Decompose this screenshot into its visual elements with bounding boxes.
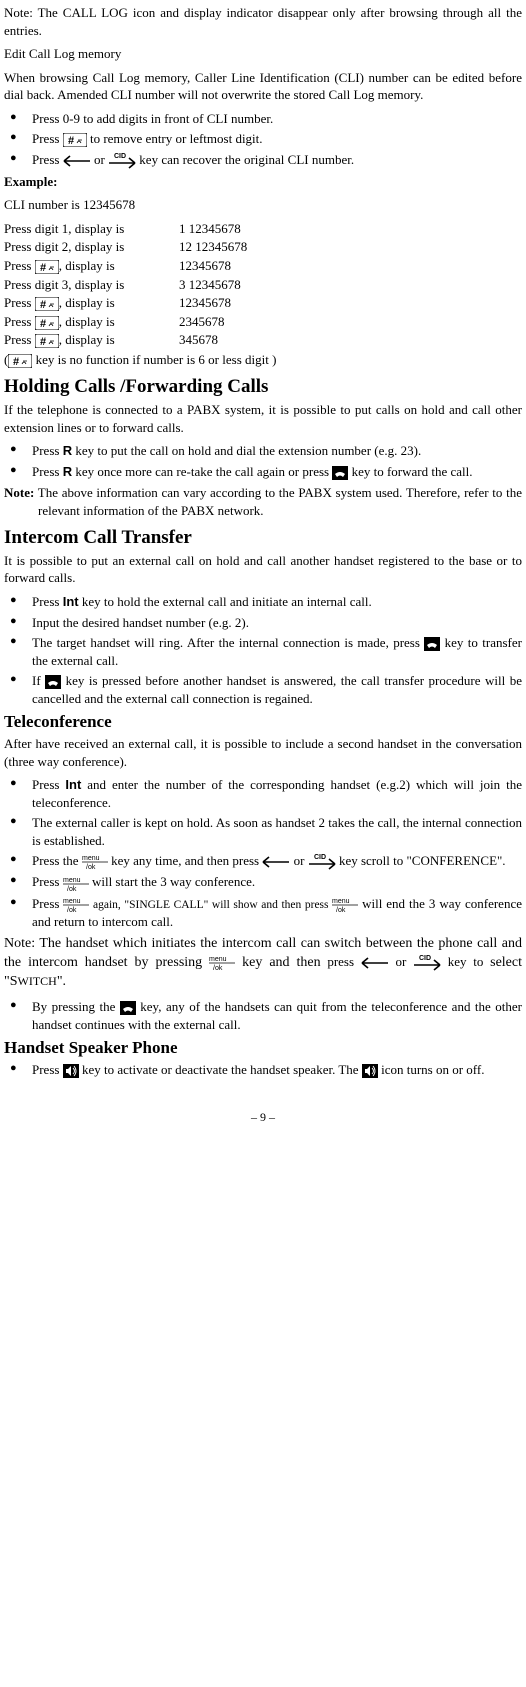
bullet: Press 0-9 to add digits in front of CLI … (4, 110, 522, 128)
menu-ok-icon (63, 876, 89, 892)
tbl-cell: Press digit 3, display is (4, 276, 179, 294)
intercom-para: It is possible to put an external call o… (4, 552, 522, 587)
tbl-cell: Press , display is (4, 331, 179, 349)
tbl-cell: Press digit 2, display is (4, 238, 179, 256)
bullet: Press to remove entry or leftmost digit. (4, 130, 522, 148)
cid-arrow-icon (108, 153, 136, 169)
cli-number: CLI number is 12345678 (4, 196, 522, 214)
tbl-cell: 12345678 (179, 294, 522, 312)
intercom-heading: Intercom Call Transfer (4, 525, 522, 551)
holding-bullets: Press R key to put the call on hold and … (4, 442, 522, 480)
speaker-heading: Handset Speaker Phone (4, 1037, 522, 1060)
hash-icon (63, 133, 87, 147)
bullet: Press the key any time, and then press o… (4, 852, 522, 870)
tbl-cell: 1 12345678 (179, 220, 522, 238)
tbl-cell: 2345678 (179, 313, 522, 331)
bullet: Press R key once more can re-take the ca… (4, 463, 522, 481)
bullet: Press R key to put the call on hold and … (4, 442, 522, 460)
tbl-cell: Press , display is (4, 257, 179, 275)
teleconference-note: Note: The handset which initiates the in… (4, 935, 522, 993)
speaker-icon (63, 1064, 79, 1078)
edit-bullets: Press 0-9 to add digits in front of CLI … (4, 110, 522, 169)
bullet: The external caller is kept on hold. As … (4, 814, 522, 849)
hash-icon (35, 297, 59, 311)
holding-para: If the telephone is connected to a PABX … (4, 401, 522, 436)
paren-note: ( key is no function if number is 6 or l… (4, 351, 522, 369)
bullet: The target handset will ring. After the … (4, 634, 522, 669)
phone-off-icon (45, 675, 61, 689)
bullet: If key is pressed before another handset… (4, 672, 522, 707)
tbl-cell: Press , display is (4, 294, 179, 312)
tbl-cell: Press , display is (4, 313, 179, 331)
menu-ok-icon (82, 854, 108, 870)
left-arrow-icon (262, 856, 290, 868)
tbl-cell: Press digit 1, display is (4, 220, 179, 238)
speaker-icon (362, 1064, 378, 1078)
tbl-cell: 12345678 (179, 257, 522, 275)
bullet: Press Int and enter the number of the co… (4, 776, 522, 811)
tbl-cell: 3 12345678 (179, 276, 522, 294)
speaker-bullets: Press key to activate or deactivate the … (4, 1061, 522, 1079)
hash-icon (35, 316, 59, 330)
menu-ok-icon (332, 897, 358, 913)
key-r: R (63, 464, 72, 479)
cid-arrow-icon (413, 955, 441, 971)
edit-title: Edit Call Log memory (4, 45, 522, 63)
hash-icon (8, 354, 32, 368)
bullet: Input the desired handset number (e.g. 2… (4, 614, 522, 632)
key-int: Int (63, 594, 79, 609)
phone-off-icon (332, 466, 348, 480)
menu-ok-icon (209, 955, 235, 971)
note-top: Note: The CALL LOG icon and display indi… (4, 4, 522, 39)
phone-off-icon (424, 637, 440, 651)
hash-icon (35, 334, 59, 348)
phone-off-icon (120, 1001, 136, 1015)
teleconference-heading: Teleconference (4, 711, 522, 734)
bullet: Press key to activate or deactivate the … (4, 1061, 522, 1079)
key-int: Int (65, 777, 81, 792)
tbl-cell: 12 12345678 (179, 238, 522, 256)
cid-arrow-icon (308, 854, 336, 870)
left-arrow-icon (63, 155, 91, 167)
page-number: – 9 – (4, 1109, 522, 1125)
menu-ok-icon (63, 897, 89, 913)
teleconference-bullets2: By pressing the key, any of the handsets… (4, 998, 522, 1033)
bullet: Press Int key to hold the external call … (4, 593, 522, 611)
bullet: Press again, "SINGLE CALL" will show and… (4, 895, 522, 931)
left-arrow-icon (361, 957, 389, 969)
bullet: By pressing the key, any of the handsets… (4, 998, 522, 1033)
holding-heading: Holding Calls /Forwarding Calls (4, 374, 522, 400)
example-table: Press digit 1, display is 1 12345678 Pre… (4, 220, 522, 349)
holding-note: Note: The above information can vary acc… (4, 484, 522, 519)
edit-para: When browsing Call Log memory, Caller Li… (4, 69, 522, 104)
teleconference-para: After have received an external call, it… (4, 735, 522, 770)
bullet: Press will start the 3 way conference. (4, 873, 522, 891)
example-label: Example: (4, 173, 522, 191)
teleconference-bullets: Press Int and enter the number of the co… (4, 776, 522, 930)
key-r: R (63, 443, 72, 458)
tbl-cell: 345678 (179, 331, 522, 349)
bullet: Press or key can recover the original CL… (4, 151, 522, 169)
hash-icon (35, 260, 59, 274)
intercom-bullets: Press Int key to hold the external call … (4, 593, 522, 707)
